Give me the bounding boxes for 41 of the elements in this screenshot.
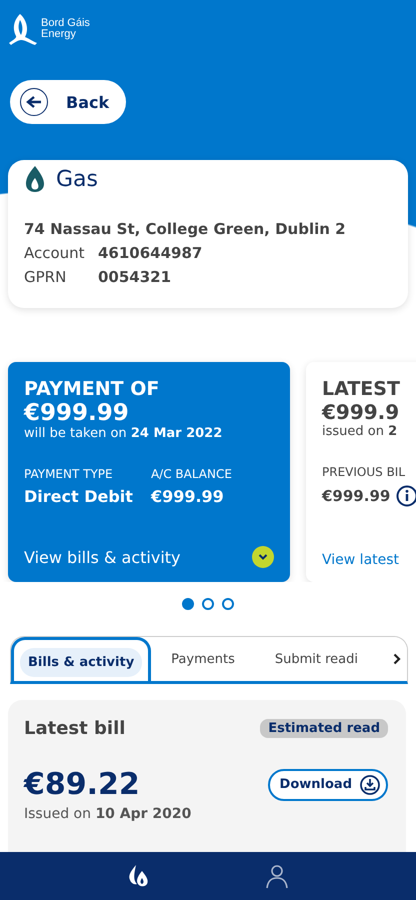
pager-dot[interactable] <box>202 598 214 610</box>
card-amount: €999.99 <box>24 400 130 426</box>
card-heading: PAYMENT OF <box>24 378 160 400</box>
address-text: 74 Nassau St, College Green, Dublin 2 <box>24 220 347 238</box>
payment-card[interactable]: PAYMENT OF €999.99 will be taken on 24 Mar 2022 PAYMENT TYPE Direct Debit A/C BALANCE €999.99 View bills & activity <box>8 362 290 582</box>
detail-label: PAYMENT TYPE <box>24 467 114 481</box>
brand-subtitle: Energy <box>41 29 77 40</box>
back-button[interactable]: Back <box>10 80 126 124</box>
detail-value: Direct Debit <box>24 487 133 506</box>
status-badge: Estimated read <box>260 719 388 738</box>
field-value: 0054321 <box>98 268 172 286</box>
field-value: 4610644987 <box>98 244 202 262</box>
card-note: issued on 2 <box>322 424 398 439</box>
person-icon <box>264 863 290 889</box>
bill-card[interactable]: LATEST €999.9 issued on 2 PREVIOUS BIL €999.99 View latest <box>306 362 416 582</box>
issued-date: Issued on 10 Apr 2020 <box>24 806 192 822</box>
card-heading: LATEST <box>322 378 401 400</box>
card-link[interactable]: View latest <box>322 552 400 568</box>
pager-dot[interactable] <box>222 598 234 610</box>
card-link[interactable]: View bills & activity <box>24 548 181 566</box>
bill-title: Latest bill <box>24 718 126 739</box>
info-icon[interactable] <box>396 485 416 507</box>
card-note: will be taken on 24 Mar 2022 <box>24 426 224 441</box>
card-amount: €999.9 <box>322 400 400 424</box>
detail-label: A/C BALANCE <box>150 467 232 481</box>
download-button[interactable]: Download <box>268 768 388 800</box>
download-icon <box>360 774 380 794</box>
detail-value: €999.99 <box>150 487 224 506</box>
pager-dot[interactable] <box>182 598 194 610</box>
flame-icon <box>24 164 46 194</box>
chevron-down-icon[interactable] <box>252 546 274 568</box>
detail-value: €999.99 <box>322 487 390 505</box>
brand-name: Bord Gáis <box>41 18 90 29</box>
field-label: Account <box>24 244 86 262</box>
tab[interactable]: Bills & activity <box>11 637 152 681</box>
nav-button[interactable] <box>264 863 290 889</box>
logo-icon <box>8 12 38 46</box>
bill-amount: €89.22 <box>24 767 140 802</box>
card-title: Gas <box>56 166 98 192</box>
detail-label: PREVIOUS BIL <box>322 465 406 479</box>
field-label: GPRN <box>24 268 68 286</box>
